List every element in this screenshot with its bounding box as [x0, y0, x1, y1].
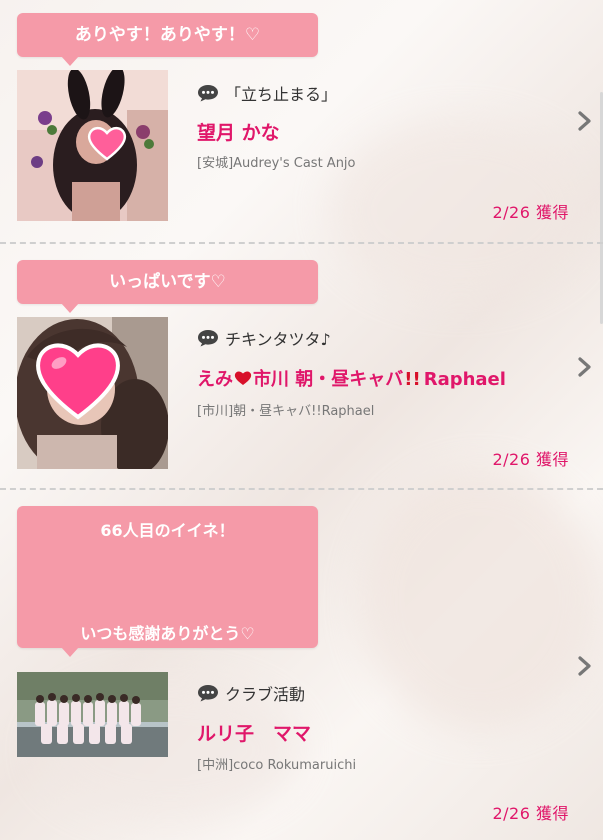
comment-text: チキンタツタ♪	[225, 330, 331, 349]
girl-name[interactable]: ルリ子 ママ	[197, 719, 311, 746]
bubble-text-line: 66人目のイイネ！	[100, 521, 235, 540]
girl-name[interactable]: 望月 かな	[197, 118, 280, 145]
girl-name-part: えみ	[197, 369, 233, 390]
girl-name-part: Raphael	[423, 369, 506, 390]
photo-image	[17, 672, 168, 757]
shop-name: [中洲]coco Rokumaruichi	[197, 758, 357, 773]
acquired-date: 2/26 獲得	[492, 450, 569, 469]
like-item[interactable]: いっぱいです♡ チキンタツタ♪ えみ 市川 朝・昼キャバ!! Raphael [市川…	[0, 244, 603, 488]
comment-row: クラブ活動	[197, 681, 305, 705]
message-bubble: 66人目のイイネ！ いつも感謝ありがとう♡	[17, 506, 318, 657]
message-bubble: いっぱいです♡	[17, 260, 318, 313]
like-item[interactable]: ありやす！ありやす！♡ 「立ち止まる」 望月 かな [安城]Audrey's C…	[0, 0, 603, 242]
chevron-right-icon[interactable]	[577, 655, 593, 677]
speech-bubble-icon	[198, 330, 218, 347]
comment-text: 「立ち止まる」	[225, 85, 338, 104]
acquired-date: 2/26 獲得	[492, 804, 569, 823]
heart-icon	[87, 126, 127, 161]
girl-photo[interactable]	[17, 70, 168, 221]
double-exclamation-icon: !!	[404, 369, 421, 390]
girl-photo[interactable]	[17, 317, 168, 469]
shop-name: [安城]Audrey's Cast Anjo	[197, 156, 356, 171]
speech-bubble-icon	[198, 685, 218, 702]
bubble-text: いっぱいです♡	[109, 272, 226, 292]
comment-row: 「立ち止まる」	[197, 81, 337, 105]
acquired-date: 2/26 獲得	[492, 203, 569, 222]
girl-name[interactable]: えみ 市川 朝・昼キャバ!! Raphael	[197, 365, 506, 391]
like-item[interactable]: 66人目のイイネ！ いつも感謝ありがとう♡ クラブ活動 ルリ子 ママ [中洲]c…	[0, 490, 603, 840]
bubble-text: ありやす！ありやす！♡	[74, 25, 261, 45]
red-heart-icon	[234, 371, 252, 385]
speech-bubble-icon	[198, 85, 218, 102]
group-photo[interactable]	[17, 672, 168, 757]
bubble-text-line: いつも感謝ありがとう♡	[80, 624, 255, 643]
heart-icon	[36, 343, 120, 420]
comment-text: クラブ活動	[225, 685, 306, 704]
girl-name-part: 市川 朝・昼キャバ	[253, 369, 404, 390]
comment-row: チキンタツタ♪	[197, 326, 331, 350]
message-bubble: ありやす！ありやす！♡	[17, 13, 318, 66]
shop-name: [市川]朝・昼キャバ!!Raphael	[197, 404, 375, 419]
chevron-right-icon[interactable]	[577, 110, 593, 132]
chevron-right-icon[interactable]	[577, 356, 593, 378]
